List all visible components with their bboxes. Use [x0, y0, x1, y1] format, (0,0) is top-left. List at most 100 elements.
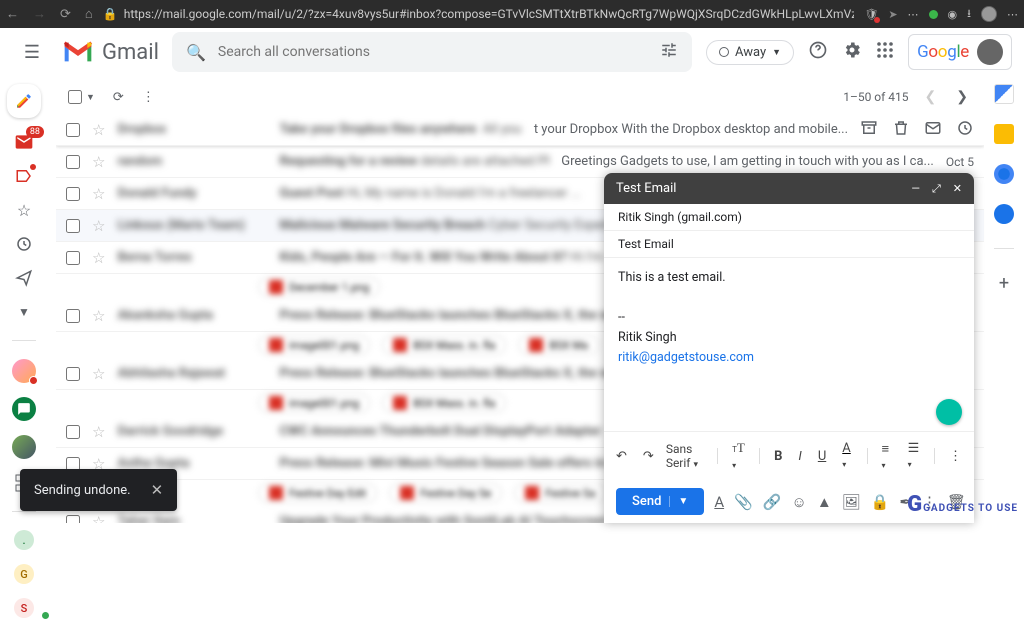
apps-icon[interactable]: [876, 41, 894, 64]
reload-icon[interactable]: ⟳: [60, 7, 71, 22]
chevron-down-icon: ▼: [772, 47, 781, 58]
font-size-icon[interactable]: TT ▾: [728, 438, 749, 474]
close-icon[interactable]: ✕: [953, 182, 962, 196]
send-button[interactable]: Send▼: [616, 488, 704, 515]
image-icon[interactable]: 🖼: [842, 493, 861, 511]
gmail-wordmark: Gmail: [102, 40, 159, 65]
search-icon[interactable]: 🔍: [186, 43, 206, 62]
settings-icon[interactable]: [842, 40, 862, 65]
starred-icon[interactable]: ☆: [14, 200, 34, 220]
format-toggle-icon[interactable]: A: [714, 493, 724, 511]
align-icon[interactable]: ≡ ▾: [878, 439, 896, 474]
undo-toast: Sending undone. ✕: [20, 469, 177, 511]
inbox-icon[interactable]: 88: [14, 132, 34, 152]
more-icon[interactable]: ⋮: [142, 90, 155, 105]
compose-window: Test Email — ⤢ ✕ Ritik Singh (gmail.com)…: [604, 173, 974, 523]
keep-app-icon[interactable]: [994, 124, 1014, 144]
pagination-label: 1–50 of 415: [843, 90, 908, 104]
tasks-app-icon[interactable]: [994, 164, 1014, 184]
browser-chrome: ← → ⟳ ⌂ 🔒https://mail.google.com/mail/u/…: [0, 0, 1024, 28]
send-tab-icon[interactable]: ➤: [888, 8, 897, 21]
label-icon[interactable]: [14, 166, 34, 186]
drive-icon[interactable]: ▲: [817, 493, 832, 511]
download-icon[interactable]: ⭳: [967, 5, 971, 24]
font-family-select[interactable]: Sans Serif ▾: [666, 442, 708, 470]
search-input[interactable]: [218, 44, 648, 60]
extensions-icon[interactable]: ◉: [948, 8, 958, 21]
google-account[interactable]: Google: [908, 34, 1012, 70]
home-icon[interactable]: ⌂: [85, 6, 93, 22]
italic-icon[interactable]: I: [794, 447, 805, 466]
bold-icon[interactable]: B: [770, 447, 786, 466]
star-icon[interactable]: ☆: [92, 121, 105, 139]
forward-icon: →: [33, 6, 46, 22]
mail-toolbar: ▼ ⟳ ⋮ 1–50 of 415 ❮ ❯: [56, 82, 984, 112]
gmail-logo[interactable]: Gmail: [62, 40, 162, 65]
text-color-icon[interactable]: A ▾: [838, 439, 857, 473]
compose-title-bar[interactable]: Test Email — ⤢ ✕: [604, 173, 974, 204]
gmail-header: ☰ Gmail 🔍 Away ▼ Google: [0, 28, 1024, 76]
sent-icon[interactable]: [14, 268, 34, 288]
compose-subject-field[interactable]: Test Email: [604, 231, 974, 258]
extension-icon[interactable]: 🛡: [864, 8, 878, 21]
emoji-icon[interactable]: ☺: [791, 493, 806, 511]
list-icon[interactable]: ☰ ▾: [904, 439, 925, 473]
mail-row[interactable]: ☆ DropboxTake your Dropbox files anywher…: [56, 114, 984, 146]
toast-close-icon[interactable]: ✕: [151, 481, 164, 499]
watermark: GGADGETS TO USE: [907, 492, 1018, 517]
mail-snippet: t your Dropbox With the Dropbox desktop …: [534, 122, 848, 137]
space-chip-1[interactable]: .: [14, 530, 34, 550]
compose-to-field[interactable]: Ritik Singh (gmail.com): [604, 204, 974, 231]
snoozed-icon[interactable]: [14, 234, 34, 254]
row-checkbox[interactable]: [66, 155, 80, 169]
profile-avatar[interactable]: [981, 6, 997, 22]
mark-read-icon[interactable]: [924, 119, 942, 141]
chat-contact-2[interactable]: [12, 397, 36, 421]
back-icon[interactable]: ←: [6, 6, 19, 22]
addon-fab[interactable]: [936, 399, 962, 425]
side-panel: +: [984, 76, 1024, 294]
underline-icon[interactable]: U: [814, 447, 830, 466]
link-icon[interactable]: 🔗: [763, 493, 782, 511]
refresh-icon[interactable]: ⟳: [113, 90, 124, 105]
compose-title: Test Email: [616, 181, 676, 196]
undo-icon[interactable]: ↶: [612, 447, 631, 466]
search-options-icon[interactable]: [660, 41, 678, 63]
next-page-icon[interactable]: ❯: [952, 89, 972, 105]
redo-icon[interactable]: ↷: [639, 447, 658, 466]
row-checkbox[interactable]: [66, 123, 80, 137]
support-icon[interactable]: [808, 40, 828, 65]
add-app-icon[interactable]: +: [999, 273, 1009, 294]
confidential-icon[interactable]: 🔒: [871, 493, 890, 511]
expand-more-icon[interactable]: ▼: [14, 302, 34, 322]
menu-icon[interactable]: ⋯: [1007, 8, 1018, 21]
space-chip-2[interactable]: G: [14, 564, 34, 584]
more-format-icon[interactable]: ⋮: [945, 447, 966, 466]
account-avatar[interactable]: [977, 39, 1003, 65]
toast-message: Sending undone.: [34, 483, 131, 498]
fullscreen-icon[interactable]: ⤢: [932, 182, 941, 196]
signature-email-link[interactable]: ritik@gadgetstouse.com: [618, 350, 754, 365]
compose-body[interactable]: This is a test email. -- Ritik Singh rit…: [604, 258, 974, 431]
address-bar[interactable]: 🔒https://mail.google.com/mail/u/2/?zx=4x…: [103, 7, 855, 21]
bookmark-icon[interactable]: ⋯: [908, 8, 919, 21]
send-options-icon[interactable]: ▼: [669, 496, 688, 507]
archive-icon[interactable]: [860, 119, 878, 141]
compose-button[interactable]: [7, 84, 41, 118]
left-rail: 88 ☆ ▼ . G S: [0, 76, 48, 618]
select-dropdown-icon[interactable]: ▼: [86, 92, 95, 103]
calendar-app-icon[interactable]: [994, 84, 1014, 104]
chat-contact-1[interactable]: [12, 359, 36, 383]
select-all-checkbox[interactable]: [68, 90, 82, 104]
main-menu-icon[interactable]: ☰: [12, 42, 52, 63]
chat-contact-3[interactable]: [12, 435, 36, 459]
snooze-icon[interactable]: [956, 119, 974, 141]
delete-icon[interactable]: [892, 119, 910, 141]
contacts-app-icon[interactable]: [994, 204, 1014, 224]
attach-icon[interactable]: 📎: [734, 493, 753, 511]
star-icon[interactable]: ☆: [92, 153, 105, 171]
search-bar[interactable]: 🔍: [172, 32, 692, 72]
minimize-icon[interactable]: —: [911, 182, 920, 196]
status-chip[interactable]: Away ▼: [706, 40, 794, 65]
space-chip-3[interactable]: S: [14, 598, 34, 618]
